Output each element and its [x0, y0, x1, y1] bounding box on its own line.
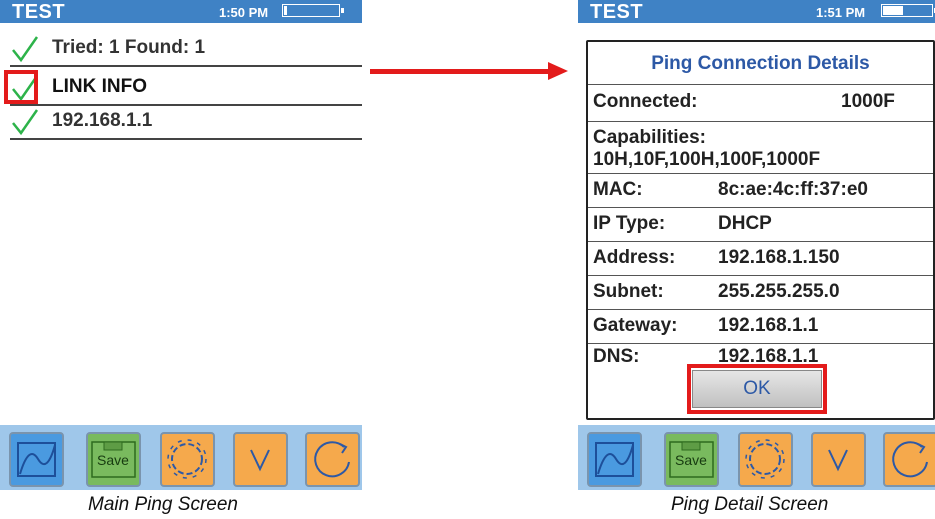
clock: 1:50 PM	[219, 5, 269, 20]
checkmark-icon	[12, 109, 39, 136]
refresh-icon	[892, 441, 928, 478]
connected-label: Connected:	[593, 91, 698, 112]
screen-title: TEST	[590, 1, 644, 23]
ip-type-value: DHCP	[718, 213, 772, 234]
gear-icon	[745, 439, 785, 479]
down-button[interactable]	[233, 432, 288, 487]
row-divider	[10, 65, 362, 67]
refresh-button[interactable]	[883, 432, 935, 487]
screen-title: TEST	[12, 1, 66, 23]
subnet-label: Subnet:	[593, 281, 664, 302]
checkmark-icon	[12, 36, 39, 63]
list-item-tried-found[interactable]: Tried: 1 Found: 1	[0, 30, 362, 67]
gear-icon	[167, 439, 207, 479]
detail-row-subnet: Subnet: 255.255.255.0	[588, 275, 933, 310]
mac-label: MAC:	[593, 179, 643, 200]
detail-row-address: Address: 192.168.1.150	[588, 241, 933, 276]
list-item-label: 192.168.1.1	[52, 110, 153, 131]
detail-row-connected: Connected: 1000F	[588, 84, 933, 122]
battery-icon	[881, 4, 935, 17]
battery-icon	[282, 4, 344, 17]
arrow-head	[548, 62, 568, 80]
list-item-label: LINK INFO	[52, 76, 147, 97]
list-item-label: Tried: 1 Found: 1	[52, 37, 206, 58]
caption-detail: Ping Detail Screen	[671, 494, 829, 515]
ip-type-label: IP Type:	[593, 213, 666, 234]
dialog-title: Ping Connection Details	[651, 53, 870, 74]
detail-row-capabilities: Capabilities: 10H,10F,100H,100F,1000F	[588, 121, 933, 174]
highlight-box	[4, 70, 38, 104]
refresh-button[interactable]	[305, 432, 360, 487]
main-ping-screen: TEST 1:50 PM Tried: 1 Found: 1 LINK INFO…	[0, 0, 362, 490]
chevron-down-icon	[250, 449, 270, 472]
settings-button[interactable]	[160, 432, 215, 487]
capabilities-label: Capabilities:	[593, 127, 706, 148]
graph-icon	[17, 442, 56, 477]
list-item-gateway-ip[interactable]: 192.168.1.1	[0, 103, 362, 140]
bottom-toolbar: Save	[0, 425, 362, 490]
bottom-toolbar: Save	[578, 425, 935, 490]
ping-detail-screen: TEST 1:51 PM Ping Connection Details Con…	[578, 0, 935, 490]
detail-row-gateway: Gateway: 192.168.1.1	[588, 309, 933, 344]
gateway-label: Gateway:	[593, 315, 678, 336]
row-divider	[10, 138, 362, 140]
gateway-value: 192.168.1.1	[718, 315, 819, 336]
connected-value: 1000F	[841, 91, 895, 112]
save-button[interactable]: Save	[86, 432, 141, 487]
graph-icon	[595, 442, 634, 477]
chevron-down-icon	[828, 449, 848, 472]
clock: 1:51 PM	[816, 5, 866, 20]
down-button[interactable]	[811, 432, 866, 487]
capabilities-value: 10H,10F,100H,100F,1000F	[593, 149, 821, 170]
refresh-icon	[314, 441, 350, 478]
mac-value: 8c:ae:4c:ff:37:e0	[718, 179, 868, 200]
save-label: Save	[675, 452, 707, 468]
list-item-link-info[interactable]: LINK INFO	[0, 69, 362, 106]
address-value: 192.168.1.150	[718, 247, 840, 268]
save-button[interactable]: Save	[664, 432, 719, 487]
ping-connection-details-dialog: Ping Connection Details Connected: 1000F…	[586, 40, 935, 420]
title-bar: TEST 1:50 PM	[0, 0, 362, 23]
address-label: Address:	[593, 247, 676, 268]
subnet-value: 255.255.255.0	[718, 281, 840, 302]
graph-button[interactable]	[9, 432, 64, 487]
arrow-line	[370, 69, 550, 74]
detail-row-ip-type: IP Type: DHCP	[588, 207, 933, 242]
highlight-box	[687, 364, 827, 414]
save-label: Save	[97, 452, 129, 468]
graph-button[interactable]	[587, 432, 642, 487]
caption-main: Main Ping Screen	[88, 494, 238, 515]
title-bar: TEST 1:51 PM	[578, 0, 935, 23]
detail-row-mac: MAC: 8c:ae:4c:ff:37:e0	[588, 173, 933, 208]
settings-button[interactable]	[738, 432, 793, 487]
dns-label: DNS:	[593, 346, 640, 367]
